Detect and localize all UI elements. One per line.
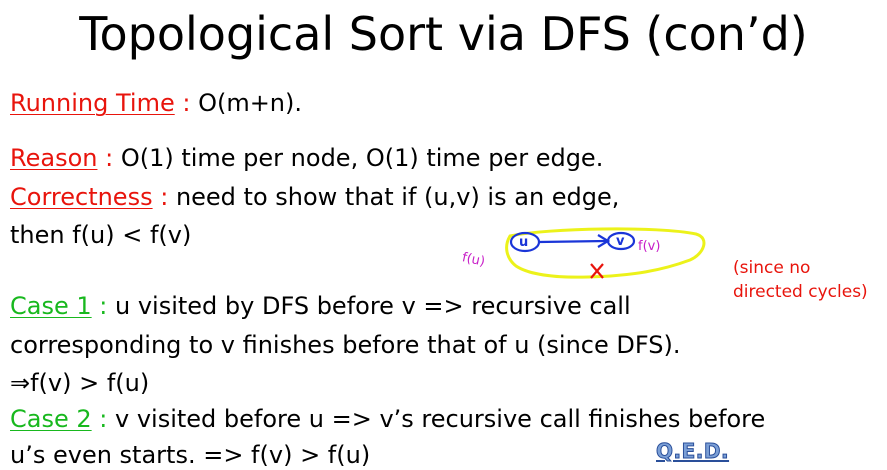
case1-line-3: ⇒f(v) > f(u)	[10, 369, 150, 397]
correctness-line-2: then f(u) < f(v)	[10, 221, 192, 249]
handwritten-sketch: f(u) u v f(v)	[461, 227, 706, 279]
case1-label: Case 1	[10, 292, 92, 320]
side-note-line-1: (since no	[733, 258, 811, 278]
case1-text: u visited by DFS before v => recursive c…	[114, 292, 631, 320]
reason-line: Reason : O(1) time per node, O(1) time p…	[10, 143, 603, 173]
reason-label: Reason	[10, 144, 98, 172]
qed-mark: Q.E.D.	[655, 439, 730, 464]
running-time-text: O(m+n).	[198, 89, 303, 117]
side-note-line-2: directed cycles)	[733, 282, 868, 302]
case2-sep: :	[91, 405, 115, 433]
running-time-sep: :	[174, 89, 199, 117]
slide-title: Topological Sort via DFS (con’d)	[79, 7, 808, 61]
case2-label: Case 2	[10, 405, 92, 433]
running-time-label: Running Time	[10, 89, 175, 117]
case1-line: Case 1 : u visited by DFS before v => re…	[10, 291, 631, 321]
case2-text: v visited before u => v’s recursive call…	[114, 405, 766, 433]
case2-line: Case 2 : v visited before u => v’s recur…	[10, 404, 765, 434]
side-note: (since no directed cycles)	[733, 256, 868, 304]
sketch-edge	[538, 239, 607, 244]
reason-sep: :	[97, 144, 121, 172]
reason-text: O(1) time per node, O(1) time per edge.	[120, 144, 604, 172]
sketch-fu-label: f(u)	[461, 250, 487, 269]
case1-line-2: corresponding to v finishes before that …	[10, 331, 681, 359]
sketch-v-label: v	[616, 234, 625, 249]
correctness-text: need to show that if (u,v) is an edge,	[175, 183, 620, 211]
correctness-label: Correctness	[10, 183, 153, 211]
correctness-sep: :	[152, 183, 176, 211]
correctness-line: Correctness : need to show that if (u,v)…	[10, 182, 619, 212]
case1-sep: :	[91, 292, 115, 320]
running-time-line: Running Time : O(m+n).	[10, 88, 302, 118]
sketch-u-label: u	[519, 235, 528, 250]
sketch-fv-label: f(v)	[638, 239, 660, 254]
case2-line-2: u’s even starts. => f(v) > f(u)	[10, 441, 371, 469]
